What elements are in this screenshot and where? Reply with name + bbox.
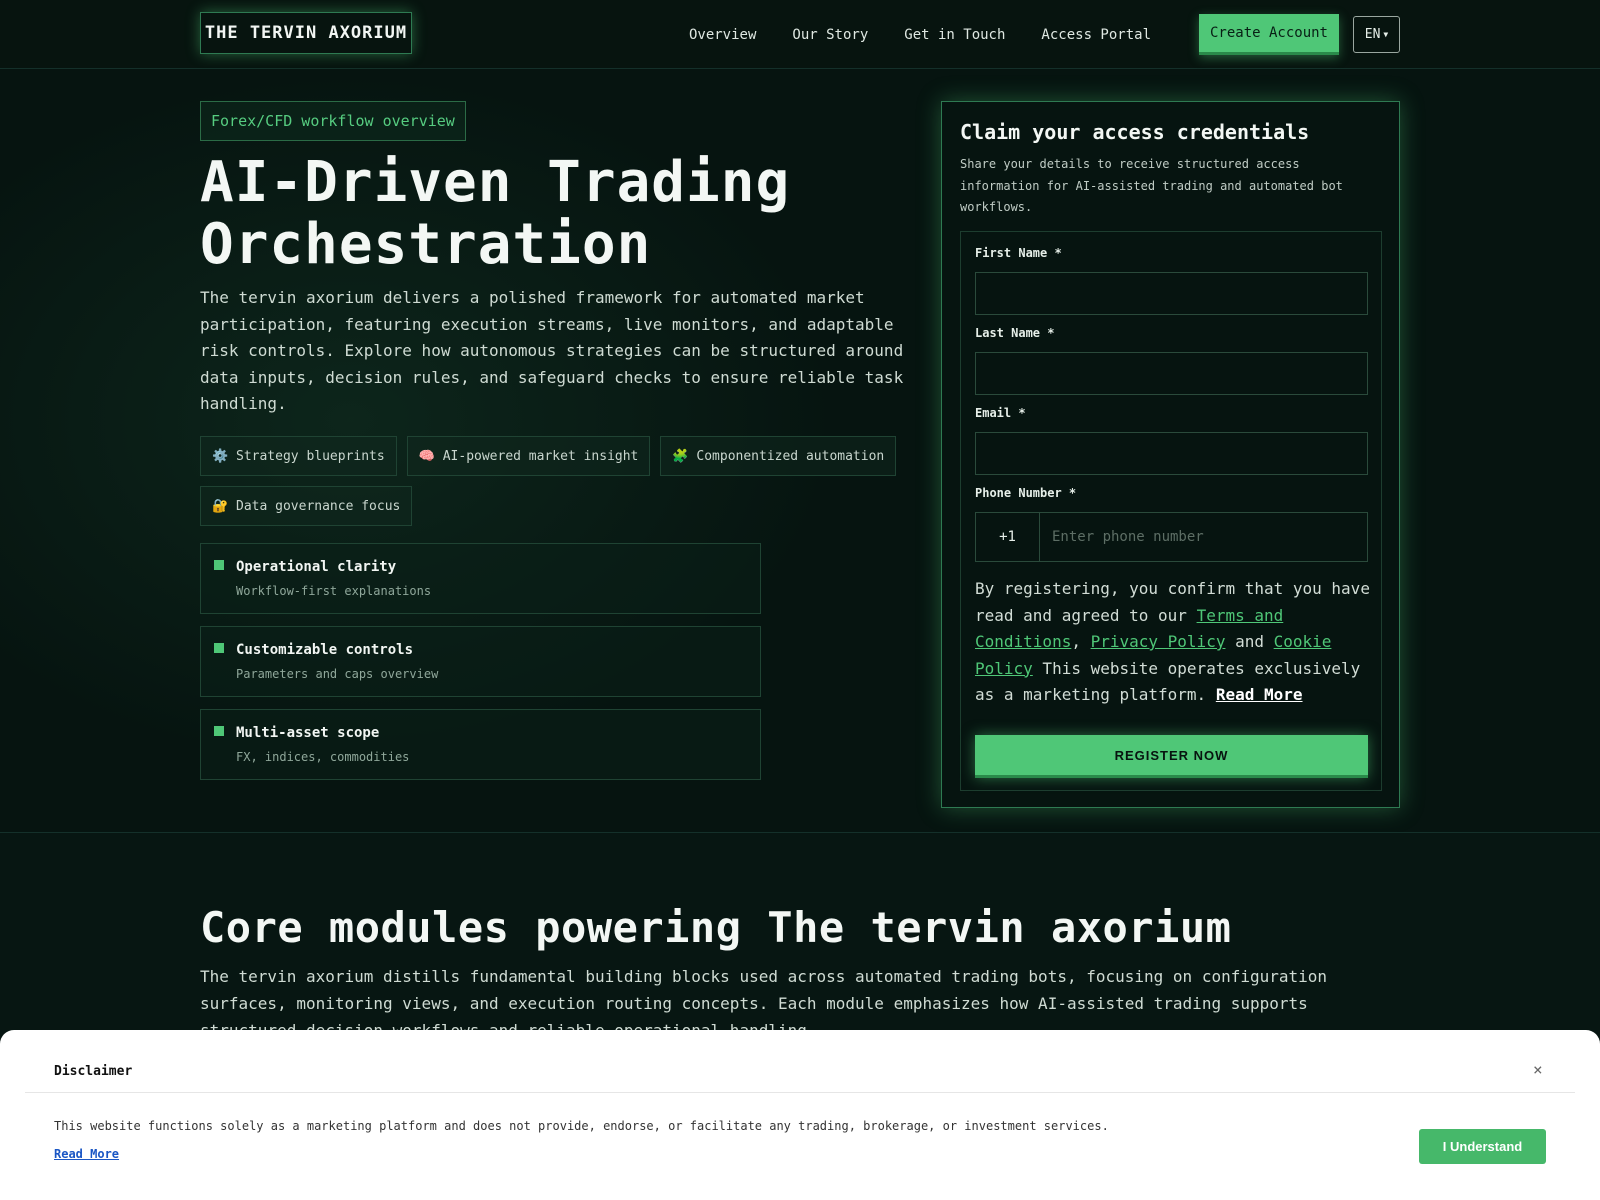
square-bullet-icon bbox=[214, 726, 224, 736]
form-subtitle: Share your details to receive structured… bbox=[960, 157, 1343, 214]
form-title: Claim your access credentials bbox=[960, 120, 1310, 144]
chip-componentized-automation: 🧩 Componentized automation bbox=[660, 436, 897, 476]
create-account-button[interactable]: Create Account bbox=[1199, 14, 1339, 55]
brain-icon: 🧠 bbox=[418, 448, 435, 464]
nav-overview[interactable]: Overview bbox=[689, 27, 756, 43]
feature-card: Operational clarity Workflow-first expla… bbox=[200, 543, 761, 614]
feature-subtitle: Parameters and caps overview bbox=[236, 667, 439, 681]
first-name-label: First Name * bbox=[975, 246, 1062, 260]
last-name-input[interactable] bbox=[975, 352, 1368, 395]
feature-chips: ⚙️ Strategy blueprints 🧠 AI-powered mark… bbox=[200, 436, 905, 526]
main-nav: Overview Our Story Get in Touch Access P… bbox=[689, 16, 1151, 54]
consent-prefix: By registering, you confirm that you hav… bbox=[975, 579, 1370, 625]
privacy-link[interactable]: Privacy Policy bbox=[1091, 632, 1226, 651]
phone-input[interactable]: Enter phone number bbox=[1040, 513, 1367, 561]
feature-title: Customizable controls bbox=[236, 642, 414, 658]
last-name-label: Last Name * bbox=[975, 326, 1055, 340]
disclaimer-title: Disclaimer bbox=[54, 1064, 133, 1079]
registration-card: Claim your access credentials Share your… bbox=[941, 101, 1400, 808]
divider bbox=[25, 1092, 1575, 1093]
consent-and: and bbox=[1225, 632, 1274, 651]
first-name-input[interactable] bbox=[975, 272, 1368, 315]
chevron-down-icon: ▼ bbox=[1383, 30, 1389, 39]
language-label: EN bbox=[1364, 27, 1381, 42]
hero-tag: Forex/CFD workflow overview bbox=[200, 101, 466, 141]
nav-access-portal[interactable]: Access Portal bbox=[1041, 27, 1151, 43]
hero-title: AI-Driven Trading Orchestration bbox=[200, 152, 900, 276]
modules-title: Core modules powering The tervin axorium bbox=[200, 903, 1232, 952]
feature-title: Operational clarity bbox=[236, 559, 397, 575]
email-label: Email * bbox=[975, 406, 1026, 420]
hero-description: The tervin axorium delivers a polished f… bbox=[200, 288, 904, 413]
country-code-selector[interactable]: +1 bbox=[976, 513, 1040, 561]
consent-comma: , bbox=[1071, 632, 1091, 651]
feature-card: Multi-asset scope FX, indices, commoditi… bbox=[200, 709, 761, 780]
close-icon[interactable]: × bbox=[1533, 1060, 1543, 1079]
feature-title: Multi-asset scope bbox=[236, 725, 380, 741]
square-bullet-icon bbox=[214, 560, 224, 570]
chip-data-governance: 🔐 Data governance focus bbox=[200, 486, 413, 526]
register-button[interactable]: REGISTER NOW bbox=[975, 735, 1368, 778]
gear-icon: ⚙️ bbox=[212, 448, 229, 464]
chip-label: AI-powered market insight bbox=[442, 448, 639, 464]
square-bullet-icon bbox=[214, 643, 224, 653]
phone-label: Phone Number * bbox=[975, 486, 1077, 500]
nav-get-in-touch[interactable]: Get in Touch bbox=[904, 27, 1005, 43]
lock-icon: 🔐 bbox=[212, 498, 229, 514]
disclaimer-read-more-link[interactable]: Read More bbox=[54, 1147, 119, 1161]
registration-form: First Name * Last Name * Email * Phone N… bbox=[960, 231, 1382, 791]
feature-list: Operational clarity Workflow-first expla… bbox=[200, 543, 761, 780]
feature-subtitle: Workflow-first explanations bbox=[236, 584, 432, 598]
disclaimer-text: This website functions solely as a marke… bbox=[54, 1119, 1109, 1133]
feature-subtitle: FX, indices, commodities bbox=[236, 750, 410, 764]
read-more-link[interactable]: Read More bbox=[1216, 685, 1303, 704]
nav-our-story[interactable]: Our Story bbox=[792, 27, 868, 43]
consent-text: By registering, you confirm that you hav… bbox=[975, 576, 1370, 709]
chip-ai-market-insight: 🧠 AI-powered market insight bbox=[406, 436, 651, 476]
phone-field: +1 Enter phone number bbox=[975, 512, 1368, 562]
disclaimer-banner: Disclaimer × This website functions sole… bbox=[0, 1030, 1600, 1200]
chip-label: Data governance focus bbox=[236, 498, 401, 514]
language-selector[interactable]: EN ▼ bbox=[1353, 16, 1400, 53]
site-logo[interactable]: THE TERVIN AXORIUM bbox=[200, 12, 412, 54]
chip-label: Strategy blueprints bbox=[236, 448, 385, 464]
email-input[interactable] bbox=[975, 432, 1368, 475]
hero-title-line-1: AI-Driven Trading bbox=[200, 150, 791, 215]
chip-strategy-blueprints: ⚙️ Strategy blueprints bbox=[200, 436, 397, 476]
hero-title-line-2: Orchestration bbox=[200, 212, 652, 277]
chip-label: Componentized automation bbox=[696, 448, 885, 464]
feature-card: Customizable controls Parameters and cap… bbox=[200, 626, 761, 697]
site-header: THE TERVIN AXORIUM Overview Our Story Ge… bbox=[0, 0, 1600, 69]
understand-button[interactable]: I Understand bbox=[1419, 1129, 1546, 1164]
puzzle-icon: 🧩 bbox=[672, 448, 689, 464]
